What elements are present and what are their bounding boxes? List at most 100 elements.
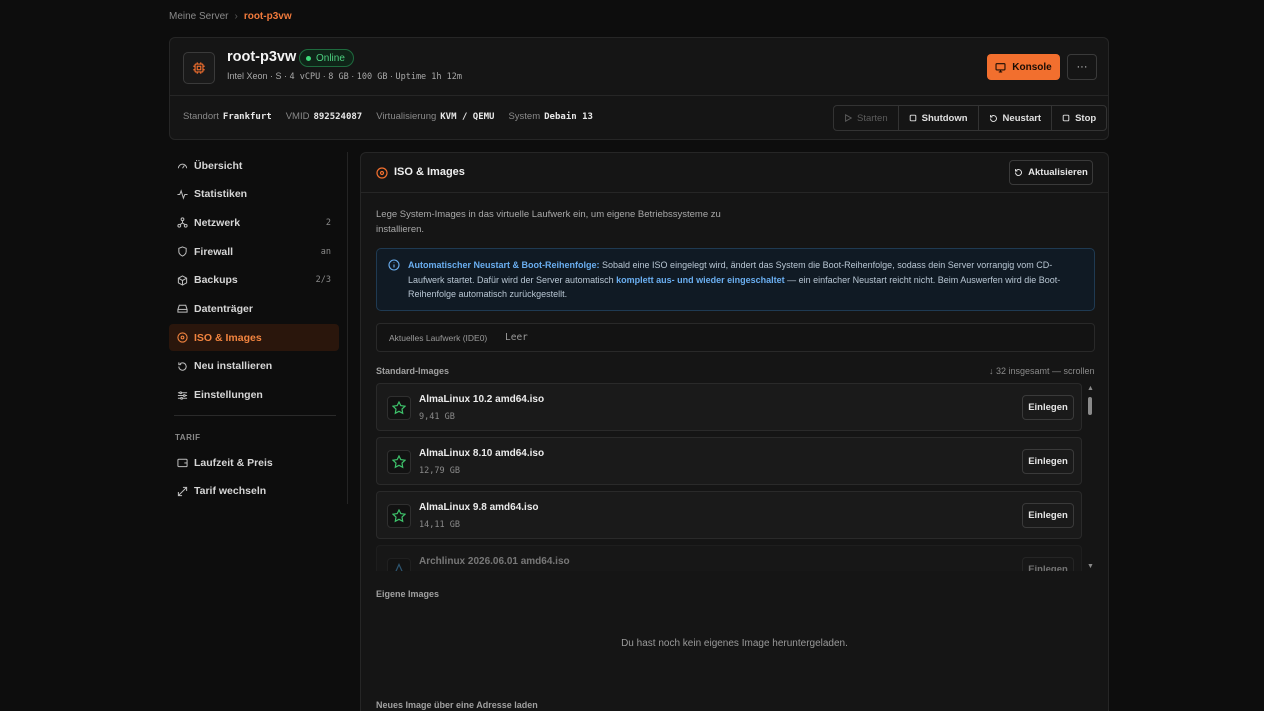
archlinux-logo-icon <box>387 558 411 571</box>
sidebar-item-change-tarif[interactable]: Tarif wechseln <box>169 478 339 505</box>
disc-icon <box>376 167 388 179</box>
play-icon <box>845 114 852 122</box>
standard-images-count: ↓ 32 insgesamt — scrollen <box>989 366 1095 376</box>
online-dot-icon <box>306 55 311 61</box>
server-name: root-p3vw <box>227 49 297 65</box>
almalinux-logo-icon <box>387 450 411 474</box>
panel-header <box>361 153 1108 193</box>
info-box: Automatischer Neustart & Boot-Reihenfolg… <box>376 248 1095 311</box>
drive-label: Aktuelles Laufwerk (IDE0) <box>389 333 488 343</box>
tarif-heading: TARIF <box>175 433 201 442</box>
sidebar-item-firewall[interactable]: Firewall an <box>169 238 339 265</box>
rotate-icon <box>176 360 188 372</box>
shield-icon <box>176 246 188 258</box>
activity-icon <box>176 188 188 200</box>
meta-virtualization: Virtualisierung KVM / QEMU <box>376 111 495 122</box>
wallet-icon <box>176 457 188 469</box>
console-label: Konsole <box>1012 61 1052 73</box>
panel-title: ISO & Images <box>394 166 465 178</box>
refresh-icon <box>1015 169 1023 176</box>
drive-icon <box>176 303 188 315</box>
spec-ram: 8 GB <box>328 72 349 82</box>
more-options-button[interactable]: ··· <box>1067 54 1097 80</box>
own-images-empty-state: Du hast noch kein eigenes Image herunter… <box>621 638 848 649</box>
insert-button[interactable]: Einlegen <box>1022 449 1074 474</box>
info-text: Automatischer Neustart & Boot-Reihenfolg… <box>408 260 1061 299</box>
almalinux-logo-icon <box>387 396 411 420</box>
status-badge: Online <box>299 49 354 67</box>
iso-images-panel: ISO & Images Aktualisieren Lege System-I… <box>360 152 1109 711</box>
monitor-icon <box>995 62 1006 73</box>
sliders-icon <box>176 389 188 401</box>
rotate-icon <box>989 114 997 122</box>
image-row: AlmaLinux 9.8 amd64.iso 14,11 GB Einlege… <box>376 491 1082 539</box>
insert-button[interactable]: Einlegen <box>1022 503 1074 528</box>
network-count: 2 <box>325 217 331 228</box>
breadcrumb-current: root-p3vw <box>243 11 292 22</box>
image-row: AlmaLinux 8.10 amd64.iso 12,79 GB Einleg… <box>376 437 1082 485</box>
image-row: AlmaLinux 10.2 amd64.iso 9,41 GB Einlege… <box>376 383 1082 431</box>
square-icon <box>909 114 916 122</box>
image-size: 9,41 GB <box>419 412 455 422</box>
panel-description: Lege System-Images in das virtuelle Lauf… <box>376 209 721 235</box>
server-specs: Intel Xeon · S · 4 vCPU · 8 GB · 100 GB … <box>227 71 462 82</box>
status-text: Online <box>316 52 345 64</box>
current-drive: Aktuelles Laufwerk (IDE0) Leer <box>376 323 1095 352</box>
power-controls: Starten Shutdown Neustart Stop <box>833 105 1108 131</box>
load-from-url-label: Neues Image über eine Adresse laden <box>376 700 538 710</box>
sidebar-nav: Übersicht Statistiken Netzwerk 2 Firewal… <box>169 152 339 410</box>
drive-value: Leer <box>505 332 528 343</box>
refresh-button[interactable]: Aktualisieren <box>1009 160 1093 185</box>
breadcrumb: Meine Server › root-p3vw <box>169 11 292 22</box>
breadcrumb-parent-link[interactable]: Meine Server <box>169 11 228 22</box>
meta-vmid: VMID 892524087 <box>285 111 363 122</box>
sidebar-item-settings[interactable]: Einstellungen <box>169 382 339 409</box>
gauge-icon <box>176 160 188 172</box>
standard-images-list[interactable]: AlmaLinux 10.2 amd64.iso 9,41 GB Einlege… <box>376 383 1084 571</box>
restart-button[interactable]: Neustart <box>979 106 1053 130</box>
list-scrollbar[interactable]: ▲ ▼ <box>1087 385 1094 571</box>
meta-location: Standort Frankfurt <box>183 111 272 122</box>
image-name: AlmaLinux 9.8 amd64.iso <box>419 502 539 513</box>
server-meta: Standort Frankfurt VMID 892524087 Virtuali… <box>183 111 593 122</box>
spec-vcpu: 4 vCPU <box>289 72 321 82</box>
scroll-thumb[interactable] <box>1088 397 1092 415</box>
server-header-card: root-p3vw Online Intel Xeon · S · 4 vCPU… <box>169 37 1109 140</box>
image-size: 14,11 GB <box>419 520 460 530</box>
sidebar-item-reinstall[interactable]: Neu installieren <box>169 353 339 380</box>
sidebar-item-backups[interactable]: Backups 2/3 <box>169 267 339 294</box>
switch-icon <box>176 485 188 497</box>
start-button[interactable]: Starten <box>834 106 899 130</box>
stop-square-icon <box>1062 114 1070 122</box>
cpu-icon <box>183 52 215 84</box>
sidebar-item-statistics[interactable]: Statistiken <box>169 181 339 208</box>
breadcrumb-separator: › <box>234 11 238 22</box>
sidebar-item-overview[interactable]: Übersicht <box>169 152 339 179</box>
spec-disk: 100 GB <box>356 72 388 82</box>
tarif-nav: Laufzeit & Preis Tarif wechseln <box>169 449 339 506</box>
sidebar-item-iso-images[interactable]: ISO & Images <box>169 324 339 352</box>
own-images-label: Eigene Images <box>376 589 440 599</box>
meta-system: System Debain 13 <box>508 111 593 122</box>
image-name: Archlinux 2026.06.01 amd64.iso <box>419 556 570 567</box>
insert-button[interactable]: Einlegen <box>1022 557 1074 571</box>
image-size: 12,79 GB <box>419 466 460 476</box>
console-button[interactable]: Konsole <box>987 54 1060 80</box>
sidebar-item-storage[interactable]: Datenträger <box>169 295 339 322</box>
scroll-up-icon[interactable]: ▲ <box>1087 385 1094 392</box>
sidebar-separator-line <box>347 152 348 504</box>
image-row: Archlinux 2026.06.01 amd64.iso Einlegen <box>376 545 1082 571</box>
shutdown-button[interactable]: Shutdown <box>899 106 979 130</box>
insert-button[interactable]: Einlegen <box>1022 395 1074 420</box>
info-icon <box>388 259 400 271</box>
network-icon <box>176 217 188 229</box>
disc-icon <box>176 332 188 344</box>
stop-button[interactable]: Stop <box>1052 106 1106 130</box>
sidebar-item-runtime-price[interactable]: Laufzeit & Preis <box>169 449 339 476</box>
backups-count: 2/3 <box>315 275 331 286</box>
spec-uptime: Uptime 1h 12m <box>395 72 462 82</box>
spec-cpu: Intel Xeon · S <box>227 71 282 81</box>
scroll-down-icon[interactable]: ▼ <box>1087 563 1094 570</box>
standard-images-label: Standard-Images <box>376 366 450 376</box>
sidebar-item-network[interactable]: Netzwerk 2 <box>169 209 339 236</box>
